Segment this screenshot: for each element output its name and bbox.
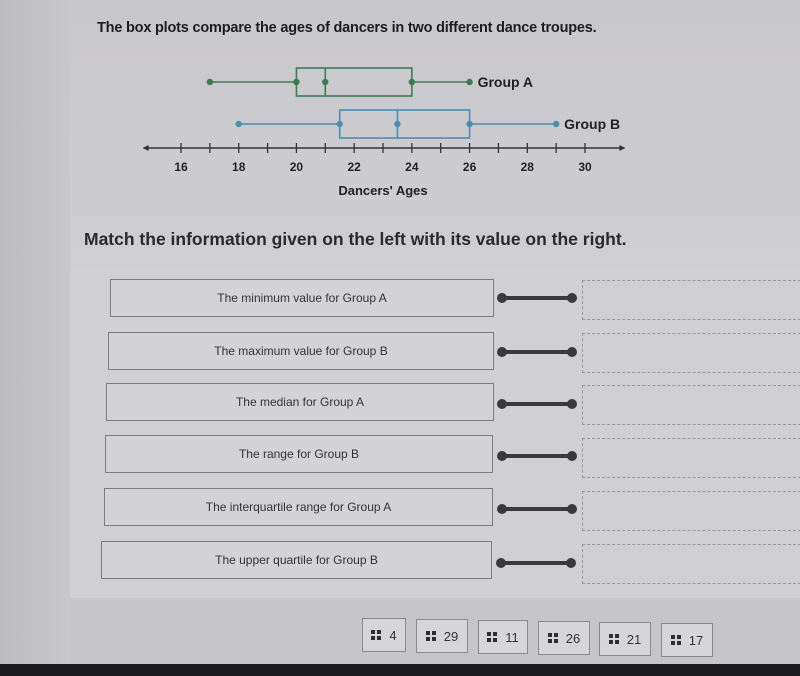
prompt-label: The median for Group A <box>235 395 365 409</box>
iqr-box <box>295 67 413 97</box>
axis-tick-label: 30 <box>578 160 592 174</box>
connector-line <box>500 454 574 458</box>
drag-handle-icon <box>371 630 382 640</box>
connector-line <box>500 402 574 406</box>
box-plot-chart: 16 18 20 22 24 26 28 30 Group A Group B Dancers'… <box>142 67 626 198</box>
prompt-label: The range for Group B <box>238 447 360 461</box>
q1-point <box>293 78 300 86</box>
drag-handle-icon <box>487 632 498 642</box>
matching-instruction: Match the information given on the left … <box>84 229 627 249</box>
axis-tick-label: 16 <box>174 160 188 174</box>
drag-handle-icon <box>425 631 436 641</box>
connector-end-dot <box>566 558 576 568</box>
answer-tile-value: 26 <box>565 630 581 646</box>
box-plots: Group A Group B <box>206 67 620 139</box>
median-point <box>322 78 329 86</box>
connector-link <box>497 450 577 462</box>
number-line: 16 18 20 22 24 26 28 30 <box>142 143 626 174</box>
prompt-box: The maximum value for Group B <box>108 332 494 370</box>
series-label: Group A <box>478 74 533 90</box>
axis-tick-label: 24 <box>405 160 419 174</box>
connector-link <box>497 503 577 515</box>
min-point <box>235 120 242 128</box>
prompt-box: The minimum value for Group A <box>110 279 494 317</box>
prompt-box: The range for Group B <box>105 435 493 473</box>
connector-start-dot <box>496 558 506 568</box>
connector-link <box>497 398 577 410</box>
q3-point <box>466 120 473 128</box>
answer-tile-value: 17 <box>688 632 704 648</box>
connector-link <box>497 292 577 304</box>
box-plot-group-a: Group A <box>206 67 533 97</box>
connector-line <box>500 507 574 511</box>
axis-tick-label: 26 <box>463 160 477 174</box>
connector-start-dot <box>497 293 507 303</box>
axis-arrow-right-icon <box>619 145 626 151</box>
drop-target[interactable] <box>582 438 800 478</box>
answer-tile[interactable]: 26 <box>538 621 590 655</box>
connector-start-dot <box>497 347 507 357</box>
box-plot-group-b: Group B <box>235 109 620 139</box>
prompt-label: The upper quartile for Group B <box>215 553 378 567</box>
drop-target[interactable] <box>582 333 800 373</box>
answer-tile-value: 29 <box>443 628 459 644</box>
median-point <box>394 120 401 128</box>
answer-tile[interactable]: 21 <box>599 622 651 656</box>
drop-target[interactable] <box>582 491 800 531</box>
axis-tick-label: 20 <box>290 160 304 174</box>
series-label: Group B <box>564 116 620 132</box>
connector-end-dot <box>567 451 577 461</box>
connector-end-dot <box>567 293 577 303</box>
connector-end-dot <box>567 347 577 357</box>
iqr-box <box>338 109 471 139</box>
prompt-label: The interquartile range for Group A <box>205 500 392 514</box>
prompt-box: The median for Group A <box>106 383 494 421</box>
axis-arrow-left-icon <box>142 145 149 151</box>
max-point <box>466 78 473 86</box>
drag-handle-icon <box>608 634 619 644</box>
axis-tick-label: 22 <box>347 160 361 174</box>
axis-tick-label: 18 <box>232 160 246 174</box>
connector-end-dot <box>567 504 577 514</box>
axis-tick-label: 28 <box>521 160 535 174</box>
answer-tile[interactable]: 4 <box>362 618 406 652</box>
answer-tile-value: 21 <box>626 631 642 647</box>
drop-target[interactable] <box>582 280 800 320</box>
connector-start-dot <box>497 399 507 409</box>
answer-tile-value: 4 <box>389 627 397 643</box>
q1-point <box>336 120 343 128</box>
prompt-box: The upper quartile for Group B <box>101 541 492 579</box>
connector-end-dot <box>567 399 577 409</box>
connector-line <box>499 561 573 565</box>
max-point <box>552 120 560 128</box>
drag-handle-icon <box>547 633 558 643</box>
answer-tile[interactable]: 11 <box>478 620 528 654</box>
drag-handle-icon <box>670 635 681 645</box>
answer-tile[interactable]: 29 <box>416 619 468 653</box>
x-axis-label: Dancers' Ages <box>338 183 427 198</box>
q3-point <box>408 78 416 86</box>
screen-bottom-edge <box>0 664 800 676</box>
connector-line <box>500 350 574 354</box>
prompt-label: The maximum value for Group B <box>214 344 388 358</box>
prompt-label: The minimum value for Group A <box>217 291 387 305</box>
min-point <box>206 78 214 86</box>
connector-start-dot <box>497 504 507 514</box>
connector-link <box>496 557 576 569</box>
prompt-box: The interquartile range for Group A <box>104 488 493 526</box>
drop-target[interactable] <box>582 544 800 584</box>
connector-link <box>497 346 577 358</box>
connector-start-dot <box>497 451 507 461</box>
answer-tile-value: 11 <box>505 629 519 645</box>
connector-line <box>500 296 574 300</box>
answer-tile[interactable]: 17 <box>661 623 713 657</box>
drop-target[interactable] <box>582 385 800 425</box>
